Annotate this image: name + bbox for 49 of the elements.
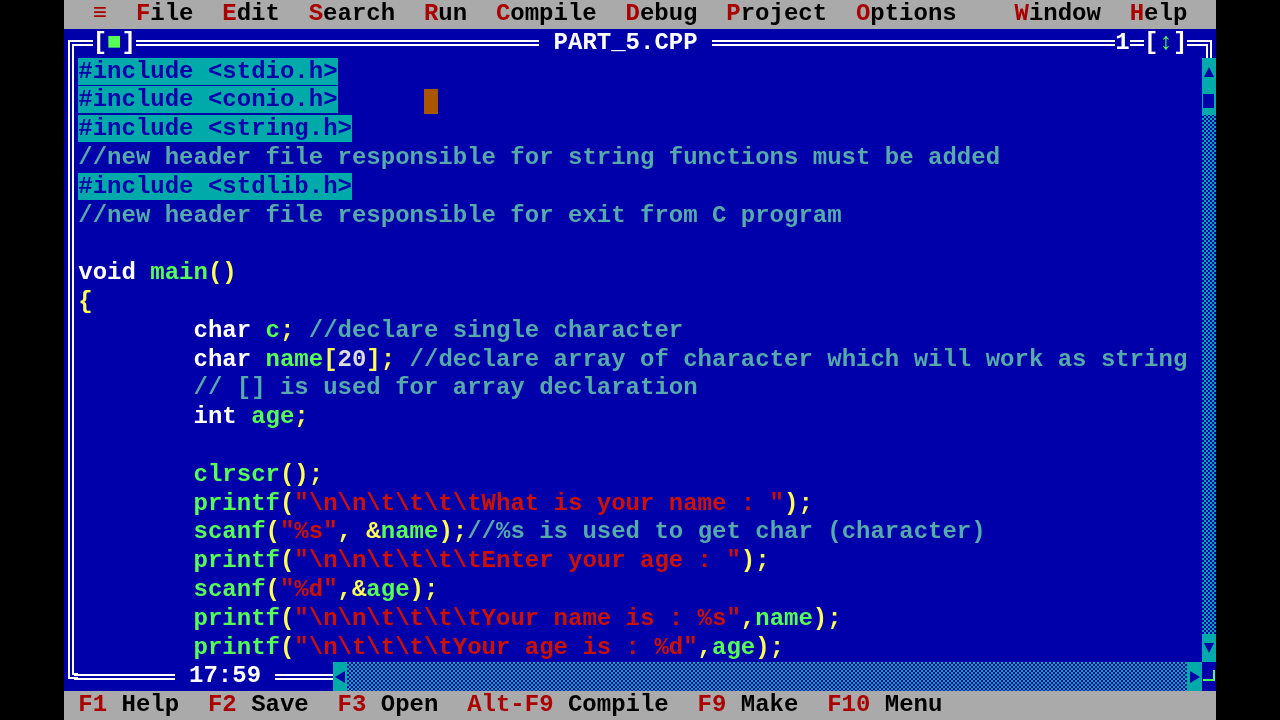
code-line: scanf("%d",&age); <box>193 575 439 603</box>
frame-line <box>78 40 93 47</box>
horizontal-scrollbar[interactable] <box>333 662 1202 692</box>
resize-grip-icon[interactable] <box>1202 669 1215 684</box>
shortcut-button[interactable]: F9 Make <box>683 691 813 720</box>
window-title: PART_5.CPP <box>552 28 699 58</box>
code-line: { <box>78 287 93 315</box>
code-line: void main() <box>78 259 237 287</box>
menu-item[interactable]: Window <box>1000 0 1116 29</box>
code-line: printf("\n\n\t\t\t\tWhat is your name : "); <box>193 489 813 517</box>
scroll-thumb[interactable] <box>1203 93 1215 108</box>
code-line: printf("\n\n\t\t\t\tYour name is : %s",name); <box>193 604 842 632</box>
scroll-up-icon[interactable] <box>1202 66 1215 78</box>
scroll-right-icon[interactable] <box>1188 669 1201 684</box>
vertical-scrollbar[interactable] <box>1201 57 1217 663</box>
code-line: // [] is used for array declaration <box>193 374 698 402</box>
code-line: printf("\n\t\t\t\tYour age is : %d",age); <box>193 633 785 661</box>
code-line: clrscr(); <box>193 460 324 488</box>
zoom-button[interactable]: [↕] <box>1144 28 1188 58</box>
menu-item[interactable]: Project <box>711 0 842 29</box>
shortcut-button[interactable]: F1 Help <box>63 691 194 720</box>
menu-item[interactable]: Run <box>409 0 482 29</box>
window-number: 1 <box>1115 28 1130 58</box>
menu-item[interactable]: File <box>121 0 208 29</box>
frame-line <box>275 673 334 680</box>
menu-item[interactable]: Help <box>1115 0 1202 29</box>
scroll-down-icon[interactable] <box>1202 642 1215 654</box>
shortcut-button[interactable]: F2 Save <box>193 691 324 720</box>
shortcut-button[interactable]: F10 Menu <box>812 691 957 720</box>
menu-item[interactable]: Compile <box>481 0 612 29</box>
menu-item[interactable]: Edit <box>207 0 295 29</box>
frame-corner <box>67 662 79 680</box>
close-button[interactable]: [■] <box>92 28 136 58</box>
code-line: char c; //declare single character <box>193 316 684 344</box>
menu-item[interactable]: Search <box>294 0 410 29</box>
frame-line <box>1129 40 1145 47</box>
code-line: //new header file responsible for exit from C program <box>78 201 842 229</box>
code-line: int age; <box>193 403 309 431</box>
cursor-position: 17:59 <box>188 662 263 692</box>
scroll-left-icon[interactable] <box>334 669 347 684</box>
code-line: scanf("%s", &name);//%s is used to get char (character) <box>193 518 986 546</box>
code-line: printf("\n\n\t\t\t\tEnter your age : "); <box>193 547 770 575</box>
shortcut-button[interactable]: Alt-F9 Compile <box>452 691 684 720</box>
menu-item[interactable]: Options <box>841 0 972 29</box>
code-line: char name[20]; //declare array of character which will work as string <box>193 345 1188 373</box>
menu-item[interactable]: Debug <box>611 0 712 29</box>
shortcut-button[interactable]: F3 Open <box>323 691 453 720</box>
frame-line <box>1187 40 1202 47</box>
code-line: //new header file responsible for string functions must be added <box>78 144 1001 171</box>
